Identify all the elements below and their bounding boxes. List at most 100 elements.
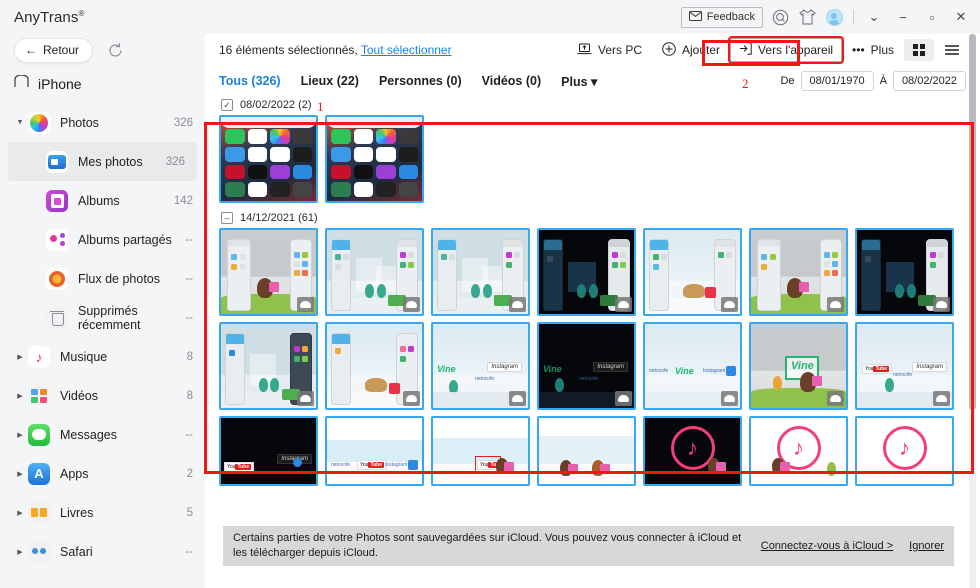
sidebar-item-albums-partages[interactable]: ▶ Albums partagés -- [0, 220, 205, 259]
photo-thumbnail[interactable] [537, 416, 636, 486]
device-row[interactable]: iPhone [0, 66, 205, 103]
icloud-badge [827, 391, 844, 406]
back-label: Retour [43, 43, 80, 57]
photo-row: Vine netocofe Instagram Vine netocofe In… [219, 322, 980, 410]
date-to-input[interactable]: 08/02/2022 [892, 71, 966, 91]
sidebar-item-videos[interactable]: ▶ Vidéos 8 [0, 376, 205, 415]
icloud-signin-link[interactable]: Connectez-vous à iCloud > [761, 540, 893, 552]
photo-thumbnail[interactable]: You Tube netocofe Instagram [855, 322, 954, 410]
sidebar: ← Retour iPhone ▼ Photos 326 ▶ Mes photo… [0, 34, 205, 588]
sidebar-item-messages[interactable]: ▶ Messages -- [0, 415, 205, 454]
photo-thumbnail[interactable] [219, 115, 318, 203]
icloud-badge [615, 391, 632, 406]
selection-count-label: 16 éléments sélectionnés, [219, 43, 358, 57]
photo-row [219, 228, 980, 316]
laptop-upload-icon [577, 43, 592, 58]
photo-thumbnail[interactable] [643, 228, 742, 316]
maximize-button[interactable]: ▫ [921, 6, 943, 28]
itunes-logo: ♪ [882, 426, 927, 471]
to-pc-button[interactable]: Vers PC [567, 39, 652, 62]
sidebar-item-musique[interactable]: ▶ Musique 8 [0, 337, 205, 376]
spacer: ▶ [17, 431, 23, 439]
sidebar-item-safari[interactable]: ▶ Safari -- [0, 532, 205, 571]
photo-thumbnail[interactable]: YouTube [431, 416, 530, 486]
photo-thumbnail[interactable] [855, 228, 954, 316]
sidebar-item-supprimes-recemment[interactable]: ▶ Supprimés récemment -- [0, 298, 205, 337]
photo-thumbnail[interactable]: ♪ [643, 416, 742, 486]
tshirt-icon[interactable] [797, 7, 817, 27]
photo-thumbnail[interactable] [325, 228, 424, 316]
back-button[interactable]: ← Retour [14, 37, 94, 63]
sidebar-item-photos[interactable]: ▼ Photos 326 [0, 103, 205, 142]
list-view-icon[interactable] [934, 39, 970, 61]
minimize-button[interactable]: − [892, 6, 914, 28]
group-checkbox[interactable]: – [221, 212, 233, 224]
tab-plus[interactable]: Plus ▾ [561, 74, 597, 89]
tab-videos[interactable]: Vidéos (0) [482, 74, 542, 88]
sidebar-item-mes-photos[interactable]: ▶ Mes photos 326 [8, 142, 197, 181]
photo-thumbnail[interactable] [749, 228, 848, 316]
tab-lieux[interactable]: Lieux (22) [301, 74, 359, 88]
toolbar-actions: Vers PC Ajouter Vers l'appareil ••• Plus [567, 36, 980, 64]
photo-thumbnail[interactable]: netocofe You Tube Instagram [325, 416, 424, 486]
spacer: ▶ [17, 470, 23, 478]
photo-thumbnail[interactable] [431, 228, 530, 316]
photo-thumbnail[interactable] [325, 322, 424, 410]
chevron-right-icon[interactable]: ▶ [12, 353, 28, 361]
photo-thumbnail[interactable]: Vine netocofe Instagram [431, 322, 530, 410]
sidebar-item-flux-de-photos[interactable]: ▶ Flux de photos -- [0, 259, 205, 298]
device-export-icon [739, 42, 752, 58]
to-device-label: Vers l'appareil [758, 43, 834, 57]
chevron-down-icon[interactable]: ▼ [12, 119, 28, 126]
photo-thumbnail[interactable]: ♪ [855, 416, 954, 486]
scrollbar-thumb[interactable] [969, 34, 976, 410]
feedback-button[interactable]: Feedback [680, 6, 763, 28]
chevron-right-icon[interactable]: ▶ [12, 392, 28, 400]
tab-tous[interactable]: Tous (326) [219, 74, 281, 88]
refresh-icon[interactable] [105, 40, 125, 60]
trademark-symbol: ® [78, 8, 85, 18]
sidebar-item-livres[interactable]: ▶ Livres 5 [0, 493, 205, 532]
photo-thumbnail[interactable] [537, 228, 636, 316]
icloud-badge [297, 391, 314, 406]
photo-thumbnail[interactable]: Vine netocofe Instagram [537, 322, 636, 410]
sidebar-item-label: Supprimés récemment [78, 303, 141, 332]
photo-thumbnail[interactable] [325, 115, 424, 203]
sidebar-header: ← Retour [0, 34, 205, 66]
group-checkbox[interactable]: ✓ [221, 99, 233, 111]
select-all-link[interactable]: Tout sélectionner [361, 43, 452, 57]
sidebar-item-apps[interactable]: ▶ Apps 2 [0, 454, 205, 493]
plus-circle-icon [662, 41, 676, 59]
close-button[interactable]: ✕ [950, 6, 972, 28]
more-button[interactable]: ••• Plus [842, 39, 904, 61]
icloud-badge [827, 297, 844, 312]
chevron-down-icon[interactable]: ⌄ [863, 6, 885, 28]
sidebar-item-label: Albums [78, 193, 120, 208]
add-label: Ajouter [682, 43, 721, 57]
avatar[interactable] [824, 7, 844, 27]
photo-thumbnail[interactable]: ♪ [749, 416, 848, 486]
sidebar-item-albums[interactable]: ▶ Albums 142 [0, 181, 205, 220]
content-panel: 16 éléments sélectionnés, Tout sélection… [205, 34, 980, 588]
divider [853, 10, 854, 24]
tab-personnes[interactable]: Personnes (0) [379, 74, 462, 88]
search-icon[interactable] [770, 7, 790, 27]
grid-view-icon[interactable] [904, 39, 934, 61]
ignore-link[interactable]: Ignorer [909, 540, 944, 552]
sidebar-item-count: -- [185, 545, 193, 558]
photo-thumbnail[interactable]: YouTube Instagram [219, 416, 318, 486]
chevron-right-icon[interactable]: ▶ [12, 548, 28, 556]
to-device-button[interactable]: Vers l'appareil [728, 36, 845, 64]
chevron-right-icon[interactable]: ▶ [12, 509, 28, 517]
photo-row [219, 115, 980, 203]
photo-thumbnail[interactable] [219, 322, 318, 410]
more-label: Plus [870, 43, 894, 57]
photo-thumbnail[interactable] [219, 228, 318, 316]
date-from-input[interactable]: 08/01/1970 [800, 71, 874, 91]
ellipsis-icon: ••• [852, 43, 865, 57]
add-button[interactable]: Ajouter [652, 38, 730, 63]
photo-thumbnail[interactable]: Vine [749, 322, 848, 410]
apps-icon [28, 462, 50, 485]
trash-icon [46, 306, 68, 329]
photo-thumbnail[interactable]: netocofe Vine Instagram [643, 322, 742, 410]
